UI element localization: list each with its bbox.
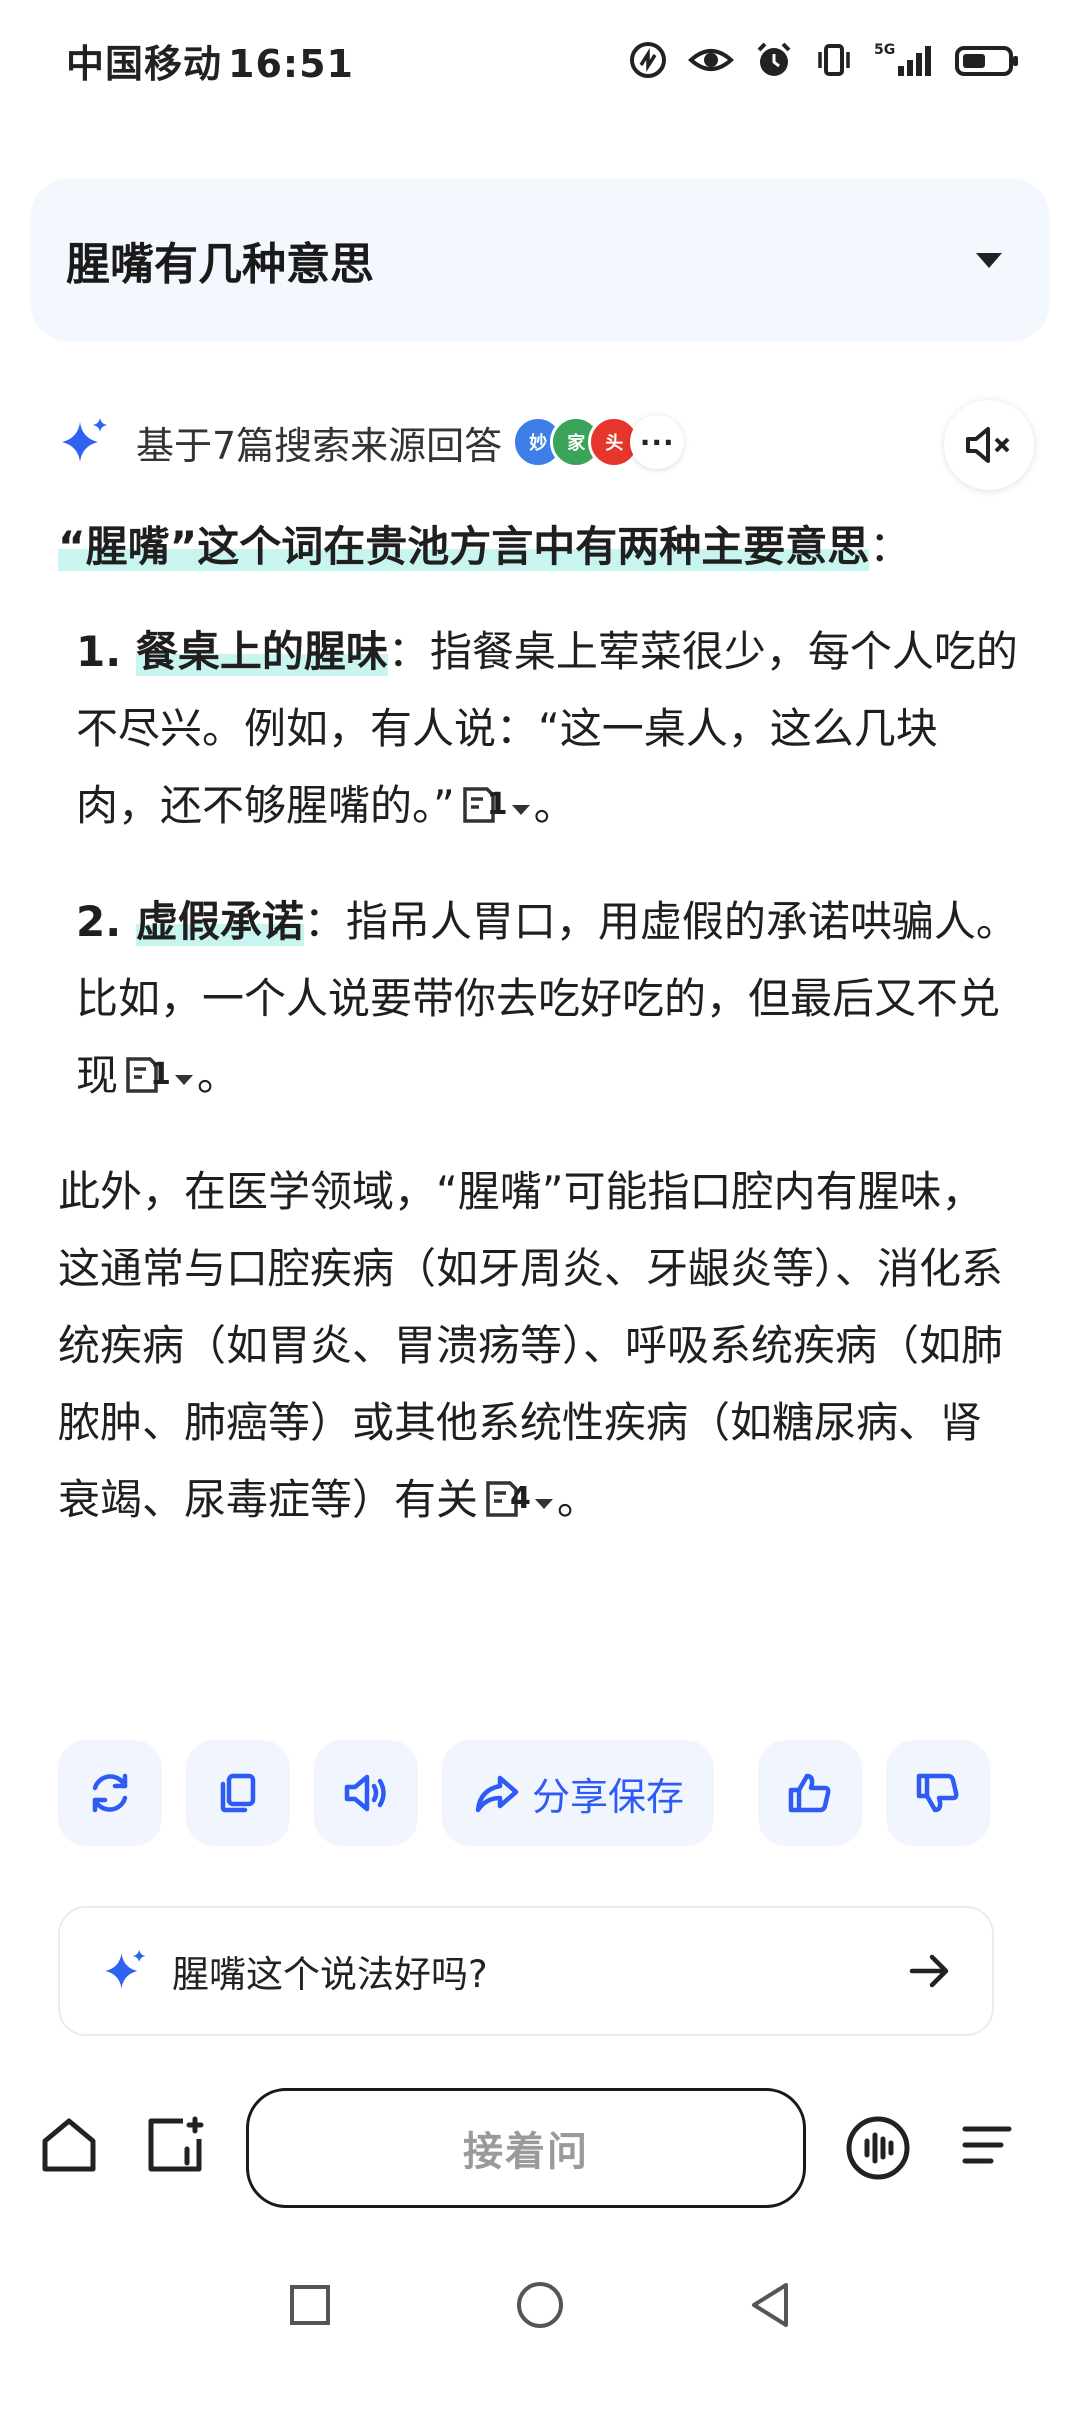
menu-icon (962, 2126, 1012, 2164)
back-icon[interactable] (746, 2279, 794, 2331)
list-term: 餐桌上的腥味 (135, 627, 388, 676)
thumbs-down-icon (916, 1773, 959, 1813)
thumbs-down-button[interactable] (886, 1740, 990, 1846)
answer-lead-tail: ： (869, 522, 912, 571)
source-logo-label: 妙 (529, 433, 548, 454)
chevron-down-icon[interactable] (976, 252, 1002, 268)
clock: 16:51 (228, 41, 354, 86)
list-number: 1. (76, 627, 136, 676)
new-chat-icon (148, 2116, 204, 2172)
status-icons: 5G (628, 40, 1020, 80)
thumbs-up-icon (788, 1773, 831, 1813)
status-left: 中国移动 16:51 (66, 33, 354, 88)
copy-icon (220, 1773, 256, 1813)
source-logo-label: 家 (567, 433, 586, 454)
voice-icon (846, 2116, 910, 2180)
share-save-label: 分享保存 (531, 1774, 684, 1819)
answer-actions: 分享保存 (58, 1740, 1018, 1846)
answer-extra-paragraph: 此外，在医学领域，“腥嘴”可能指口腔内有腥味，这通常与口腔疾病（如牙周炎、牙龈炎… (58, 1153, 1018, 1541)
share-save-button[interactable]: 分享保存 (442, 1740, 714, 1846)
status-bar: 中国移动 16:51 5G (0, 0, 1080, 120)
more-sources-button[interactable]: ··· (630, 415, 685, 469)
suggested-question-text: 腥嘴这个说法好吗? (172, 1953, 488, 1996)
share-icon (475, 1775, 519, 1813)
list-item: 1. 餐桌上的腥味：指餐桌上荤菜很少，每个人吃的不尽兴。例如，有人说：“这一桌人… (58, 613, 1018, 847)
extra-end: 。 (556, 1475, 599, 1524)
suggested-question[interactable]: 腥嘴这个说法好吗? (58, 1906, 994, 2036)
sparkle-icon (62, 418, 107, 462)
list-end: 。 (196, 1051, 239, 1100)
page: 中国移动 16:51 5G 腥嘴有几种意思 基于7篇搜索来源回答 妙 家 头 ··… (0, 0, 1080, 2412)
list-term: 虚假承诺 (135, 897, 304, 946)
follow-up-button[interactable]: 接着问 (246, 2088, 806, 2208)
recents-icon[interactable] (286, 2281, 334, 2329)
caret-down-icon (174, 1074, 193, 1085)
list-colon: ： (387, 627, 430, 676)
system-nav-bar (0, 2250, 1080, 2360)
read-aloud-button[interactable] (314, 1740, 418, 1846)
mute-button[interactable] (944, 400, 1034, 490)
list-end: 。 (533, 781, 576, 830)
home-button[interactable] (34, 2110, 104, 2180)
svg-text:5G: 5G (874, 42, 895, 58)
vibrate-icon (818, 44, 850, 76)
thumbs-up-button[interactable] (758, 1740, 862, 1846)
speaker-mute-icon (966, 427, 1010, 463)
citation-number: 1 (150, 1057, 171, 1092)
nfc-icon (630, 42, 666, 78)
citation-ref[interactable]: 1 (124, 1036, 193, 1113)
answer-lead-bold: “腥嘴”这个词在贵池方言中有两种主要意思 (58, 522, 870, 571)
battery-icon (955, 46, 1018, 76)
speaker-icon (344, 1774, 386, 1812)
signal-5g-icon: 5G (874, 42, 931, 76)
alarm-icon (757, 42, 791, 76)
answer-lead: “腥嘴”这个词在贵池方言中有两种主要意思： (58, 508, 1018, 585)
query-title: 腥嘴有几种意思 (66, 239, 374, 290)
query-header[interactable]: 腥嘴有几种意思 (30, 178, 1050, 342)
carrier-name: 中国移动 (66, 41, 223, 86)
source-logo-label: 头 (605, 433, 624, 454)
sparkle-icon (105, 1949, 146, 1989)
arrow-right-icon (909, 1954, 949, 1988)
list-number: 2. (76, 897, 136, 946)
source-logos[interactable]: 妙 家 头 ··· (512, 415, 685, 469)
list-colon: ： (303, 897, 346, 946)
caret-down-icon (511, 804, 530, 815)
menu-button[interactable] (952, 2110, 1022, 2180)
refresh-icon (92, 1773, 128, 1813)
eye-icon (688, 49, 734, 71)
home-circle-icon[interactable] (514, 2279, 566, 2331)
source-row: 基于7篇搜索来源回答 妙 家 头 ··· (58, 400, 1048, 490)
caret-down-icon (534, 1498, 553, 1509)
citation-number: 1 (486, 787, 508, 822)
source-summary[interactable]: 基于7篇搜索来源回答 (136, 415, 502, 470)
home-icon (42, 2118, 96, 2172)
citation-number: 4 (510, 1481, 531, 1516)
answer-content: “腥嘴”这个词在贵池方言中有两种主要意思： 1. 餐桌上的腥味：指餐桌上荤菜很少… (58, 508, 1018, 1541)
new-chat-button[interactable] (140, 2110, 210, 2180)
voice-button[interactable] (840, 2110, 916, 2186)
regenerate-button[interactable] (58, 1740, 162, 1846)
citation-ref[interactable]: 4 (484, 1460, 553, 1537)
bottom-toolbar: 接着问 (0, 2082, 1080, 2212)
list-item: 2. 虚假承诺：指吊人胃口，用虚假的承诺哄骗人。比如，一个人说要带你去吃好吃的，… (58, 883, 1018, 1117)
citation-ref[interactable]: 1 (461, 766, 530, 843)
copy-button[interactable] (186, 1740, 290, 1846)
